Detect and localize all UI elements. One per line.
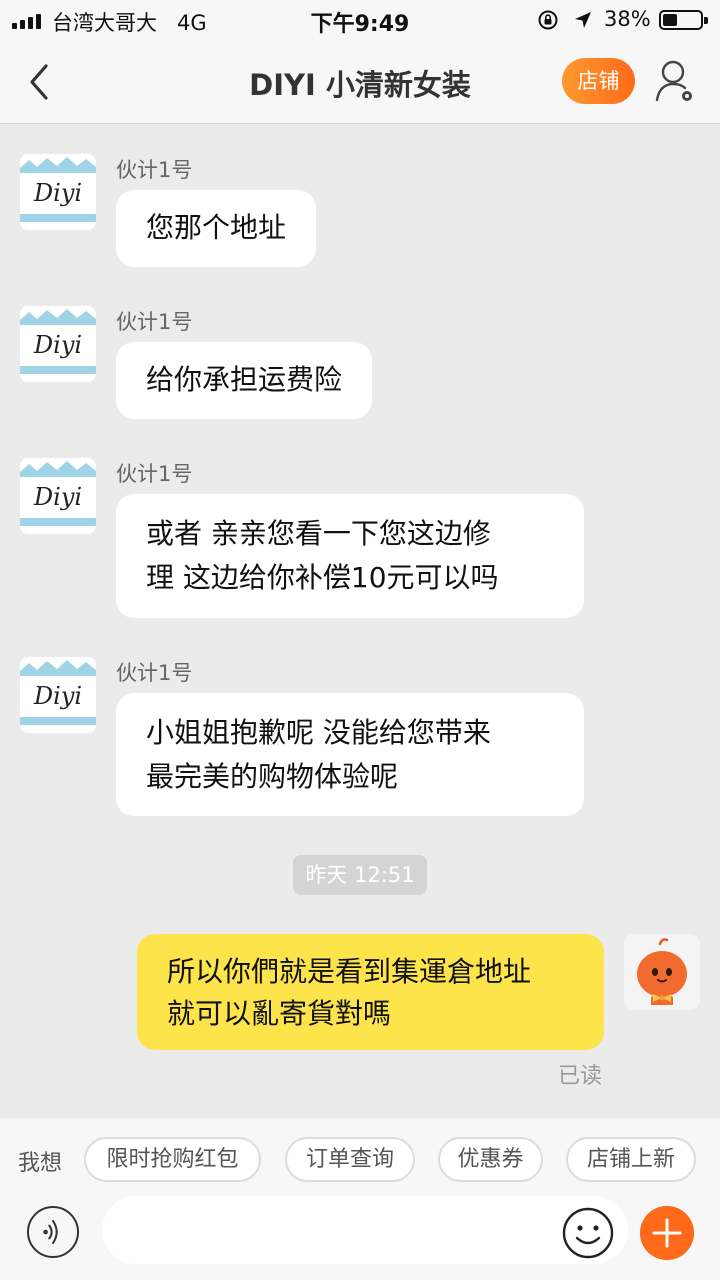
sender-name: 伙计1号 [116, 310, 193, 334]
nav-bar: DIYI 小清新女装 店铺 [0, 40, 720, 124]
battery-percent: 38% [604, 7, 651, 31]
my-avatar[interactable] [624, 934, 700, 1010]
message-bubble[interactable]: 您那个地址 [116, 190, 317, 267]
shop-avatar[interactable]: Diyi [20, 306, 96, 382]
svg-text:Diyi: Diyi [33, 179, 82, 207]
location-arrow-icon [575, 12, 591, 28]
rotation-lock-icon [538, 10, 558, 30]
sender-name: 伙计1号 [116, 158, 193, 182]
chip-order-query[interactable]: 订单查询 [285, 1137, 415, 1182]
input-bar [0, 1196, 720, 1280]
sender-name: 伙计1号 [116, 661, 193, 685]
shop-button[interactable]: 店铺 [562, 58, 635, 104]
shop-avatar[interactable]: Diyi [20, 154, 96, 230]
svg-text:Diyi: Diyi [33, 331, 82, 359]
chip-shop-new[interactable]: 店铺上新 [566, 1137, 696, 1182]
svg-text:Diyi: Diyi [33, 682, 82, 710]
quick-reply-bar: 我想 限时抢购红包 订单查询 优惠券 店铺上新 [0, 1118, 720, 1200]
status-bar: 台湾大哥大 4G 下午9:49 38% [0, 0, 720, 40]
chip-coupon[interactable]: 优惠券 [438, 1137, 543, 1182]
battery-icon [659, 10, 708, 30]
timestamp-chip: 昨天 12:51 [293, 855, 427, 895]
my-message-bubble[interactable]: 所以你們就是看到集運倉地址 就可以亂寄貨對嗎 [137, 934, 604, 1050]
emoji-icon[interactable] [561, 1206, 615, 1260]
svg-text:Diyi: Diyi [33, 483, 82, 511]
message-bubble[interactable]: 小姐姐抱歉呢 没能给您带来 最完美的购物体验呢 [116, 693, 584, 816]
sender-name: 伙计1号 [116, 462, 193, 486]
quick-reply-label: 我想 [18, 1151, 63, 1176]
message-bubble[interactable]: 给你承担运费险 [116, 342, 373, 419]
message-input[interactable] [102, 1196, 628, 1264]
shop-avatar[interactable]: Diyi [20, 657, 96, 733]
chip-flash-sale-redpacket[interactable]: 限时抢购红包 [84, 1137, 261, 1182]
user-settings-icon[interactable] [654, 58, 696, 104]
read-status: 已读 [558, 1064, 603, 1089]
shop-avatar[interactable]: Diyi [20, 458, 96, 534]
plus-icon[interactable] [640, 1206, 694, 1260]
message-bubble[interactable]: 或者 亲亲您看一下您这边修 理 这边给你补偿10元可以吗 [116, 494, 584, 618]
voice-icon[interactable] [27, 1206, 79, 1258]
